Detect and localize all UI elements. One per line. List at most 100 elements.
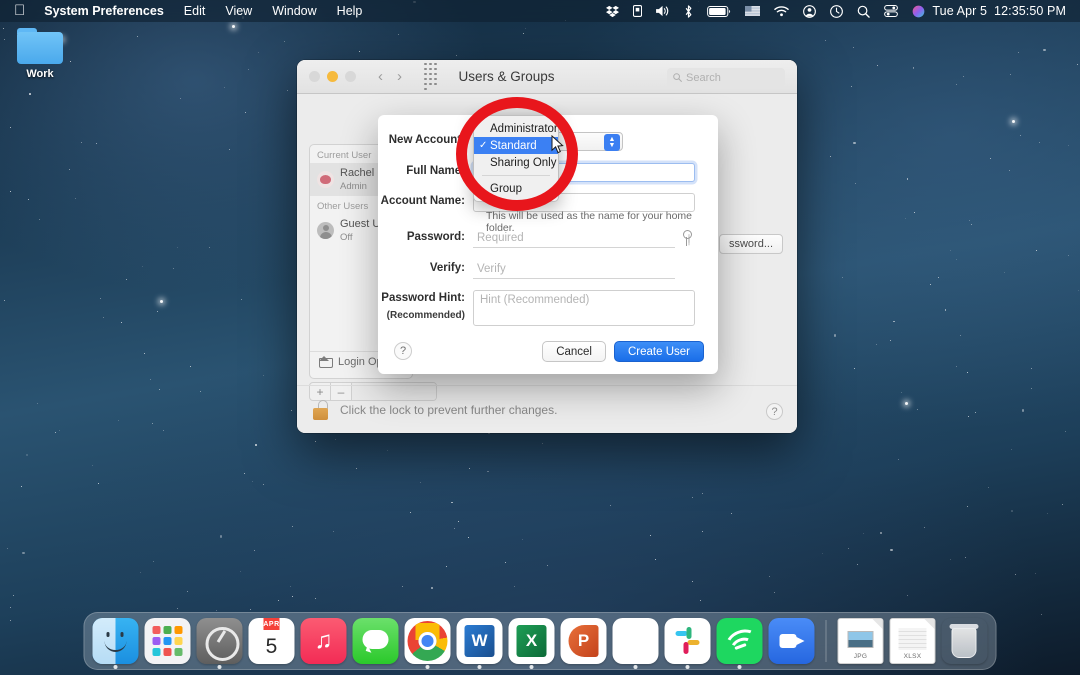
user-account-icon[interactable] (796, 5, 823, 18)
volume-icon[interactable] (649, 5, 677, 17)
lock-bar: Click the lock to prevent further change… (297, 385, 797, 433)
control-center-icon[interactable] (877, 5, 905, 17)
dock-item-excel[interactable]: X (509, 618, 555, 664)
chrome-icon (405, 618, 451, 664)
password-hint-input[interactable]: Hint (Recommended) (473, 290, 695, 326)
zoom-button[interactable] (345, 71, 356, 82)
password-hint-label-main: Password Hint: (381, 292, 465, 304)
minimize-button[interactable] (327, 71, 338, 82)
dock-item-music[interactable]: ♫ (301, 618, 347, 664)
padlock-unlocked-icon[interactable] (313, 400, 330, 420)
work-folder-icon[interactable]: Work (8, 28, 72, 80)
change-password-button[interactable]: ssword... (719, 234, 783, 254)
menu-item-edit[interactable]: Edit (174, 0, 216, 22)
trash-icon (942, 618, 988, 664)
verify-input[interactable]: Verify (473, 260, 675, 279)
dropdown-item-sharing-only[interactable]: Sharing Only (474, 154, 558, 171)
folder-glyph-icon (17, 28, 63, 64)
forward-button[interactable]: › (397, 68, 402, 85)
jpg-file-tag: JPG (854, 653, 868, 660)
work-folder-label: Work (8, 68, 72, 80)
battery-icon[interactable] (700, 6, 738, 17)
clock-time: 12:35:50 PM (994, 4, 1066, 18)
cancel-button[interactable]: Cancel (542, 341, 606, 362)
dock-item-zoom[interactable] (769, 618, 815, 664)
dock-item-messages[interactable] (353, 618, 399, 664)
music-icon: ♫ (301, 618, 347, 664)
menu-bar-left:  System Preferences Edit View Window He… (8, 0, 372, 22)
dock-item-finder[interactable] (93, 618, 139, 664)
siri-icon[interactable] (905, 5, 932, 18)
close-button[interactable] (309, 71, 320, 82)
dock-item-launchpad[interactable] (145, 618, 191, 664)
dropdown-label-sharing-only: Sharing Only (490, 157, 556, 169)
powerpoint-icon: P (561, 618, 607, 664)
display-icon[interactable] (626, 5, 649, 17)
dock-item-trash[interactable] (942, 618, 988, 664)
menu-item-window[interactable]: Window (262, 0, 326, 22)
back-button[interactable]: ‹ (378, 68, 383, 85)
checkmark-icon: ✓ (479, 140, 490, 151)
guest-avatar-icon (317, 222, 334, 239)
calendar-icon: APR 5 (249, 618, 295, 664)
window-search-field[interactable]: Search (667, 68, 785, 87)
bluetooth-icon[interactable] (677, 5, 700, 18)
menu-item-system-preferences[interactable]: System Preferences (34, 0, 174, 22)
create-user-button[interactable]: Create User (614, 341, 704, 362)
dropdown-label-standard: Standard (490, 140, 537, 152)
music-note-glyph: ♫ (315, 627, 333, 655)
menu-bar-clock[interactable]: Tue Apr 5 12:35:50 PM (932, 4, 1072, 18)
menu-item-help[interactable]: Help (327, 0, 373, 22)
traffic-light-buttons (309, 71, 356, 82)
dock-item-notes[interactable] (613, 618, 659, 664)
sheet-help-button[interactable]: ? (394, 342, 412, 360)
guest-user-info: Guest U Off (340, 218, 380, 243)
apple-logo-icon[interactable]:  (8, 1, 34, 21)
word-icon: W (457, 618, 503, 664)
dock-item-chrome[interactable] (405, 618, 451, 664)
dock-item-slack[interactable] (665, 618, 711, 664)
dock-item-spotify[interactable] (717, 618, 763, 664)
dock: APR 5 ♫ W X (84, 612, 997, 670)
dock-item-xlsx-file[interactable]: XLSX (890, 618, 936, 664)
menu-item-view[interactable]: View (215, 0, 262, 22)
word-letter: W (465, 625, 495, 657)
time-machine-icon[interactable] (823, 5, 850, 18)
show-all-grid-icon[interactable] (424, 63, 437, 91)
sheet-buttons: Cancel Create User (542, 341, 704, 362)
guest-name: Guest U (340, 218, 380, 230)
rachel-avatar-icon (317, 171, 334, 188)
password-input[interactable]: Required (473, 229, 675, 248)
dock-item-calendar[interactable]: APR 5 (249, 618, 295, 664)
dropdown-item-group[interactable]: Group (474, 180, 558, 197)
key-icon[interactable] (680, 229, 693, 247)
dock-item-word[interactable]: W (457, 618, 503, 664)
dropbox-icon[interactable] (599, 5, 626, 18)
system-preferences-icon (197, 618, 243, 664)
new-account-dropdown-menu: Administrator ✓ Standard Sharing Only Gr… (473, 115, 559, 202)
running-indicator (530, 665, 534, 669)
window-help-button[interactable]: ? (766, 403, 783, 420)
dock-item-system-preferences[interactable] (197, 618, 243, 664)
dropdown-item-standard[interactable]: ✓ Standard (474, 137, 558, 154)
dropdown-label-administrator: Administrator (490, 123, 558, 135)
menu-bar-status-area: Tue Apr 5 12:35:50 PM (599, 4, 1072, 18)
keyboard-flag-icon[interactable] (738, 6, 767, 16)
dropdown-label-group: Group (490, 183, 522, 195)
clock-date: Tue Apr 5 (932, 4, 987, 18)
dock-item-powerpoint[interactable]: P (561, 618, 607, 664)
desktop:  System Preferences Edit View Window He… (0, 0, 1080, 675)
guest-status: Off (340, 232, 380, 243)
dropdown-item-administrator[interactable]: Administrator (474, 120, 558, 137)
notes-icon (613, 618, 659, 664)
window-search-placeholder: Search (686, 72, 721, 84)
chevron-updown-icon: ▲▼ (604, 134, 620, 151)
xlsx-file-tag: XLSX (904, 653, 922, 660)
login-options-label: Login Op (338, 356, 383, 368)
dropdown-separator (482, 175, 550, 176)
account-name-label: Account Name: (378, 193, 473, 210)
spotlight-search-icon[interactable] (850, 5, 877, 18)
excel-icon: X (509, 618, 555, 664)
dock-item-jpg-file[interactable]: JPG (838, 618, 884, 664)
wifi-icon[interactable] (767, 5, 796, 17)
